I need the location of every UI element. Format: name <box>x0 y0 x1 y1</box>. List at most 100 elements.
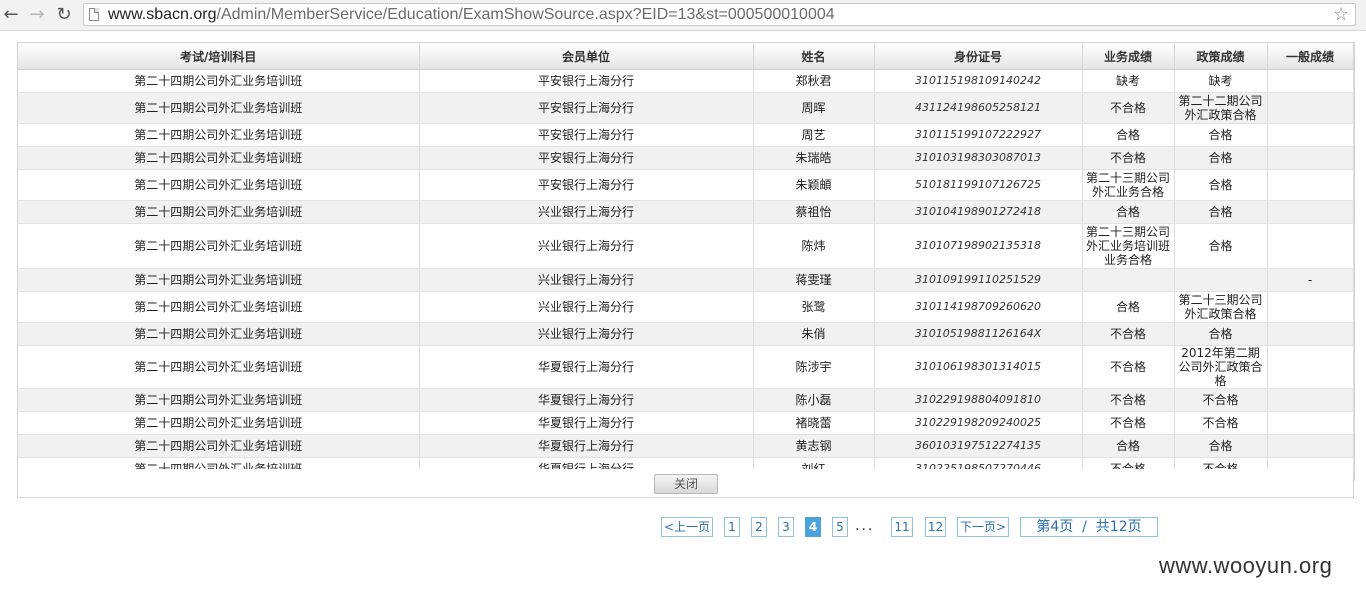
table-row: 第二十四期公司外汇业务培训班 兴业银行上海分行 张鹭 3101141987092606… <box>18 291 1354 323</box>
column-header-name[interactable]: 姓名 <box>753 43 875 70</box>
column-header-subject[interactable]: 考试/培训科目 <box>18 43 420 70</box>
table-row: 第二十四期公司外汇业务培训班 兴业银行上海分行 陈炜 3101071989021353… <box>18 223 1354 269</box>
cell-policy-score: 不合格 <box>1174 411 1268 435</box>
column-header-policy-score[interactable]: 政策成绩 <box>1174 43 1268 70</box>
url-path: /Admin/MemberService/Education/ExamShowS… <box>216 6 835 23</box>
cell-subject: 第二十四期公司外汇业务培训班 <box>18 200 420 224</box>
cell-subject: 第二十四期公司外汇业务培训班 <box>18 146 420 170</box>
close-button[interactable]: 关闭 <box>654 474 718 494</box>
page-link-11[interactable]: 11 <box>891 517 913 537</box>
cell-id-number: 360103197512274135 <box>874 434 1083 458</box>
page-link-2[interactable]: 2 <box>751 517 767 537</box>
cell-name: 蒋雯瑾 <box>753 268 875 292</box>
cell-general-score <box>1267 69 1354 93</box>
column-header-general-score[interactable]: 一般成绩 <box>1267 43 1354 70</box>
cell-policy-score: 合格 <box>1174 169 1268 201</box>
table-row: 第二十四期公司外汇业务培训班 兴业银行上海分行 朱俏 3101051988112616… <box>18 322 1354 346</box>
cell-general-score <box>1267 92 1354 124</box>
table-footer: 关闭 <box>17 469 1354 498</box>
cell-policy-score: 合格 <box>1174 146 1268 170</box>
cell-business-score: 不合格 <box>1082 388 1175 412</box>
cell-member-unit: 平安银行上海分行 <box>419 123 754 147</box>
cell-policy-score: 第二十三期公司外汇政策合格 <box>1174 291 1268 323</box>
table-row: 第二十四期公司外汇业务培训班 兴业银行上海分行 蒋雯瑾 310109199110251… <box>18 268 1354 292</box>
cell-general-score <box>1267 411 1354 435</box>
cell-general-score <box>1267 388 1354 412</box>
table-row: 第二十四期公司外汇业务培训班 兴业银行上海分行 蔡祖怡 310104198901272… <box>18 200 1354 224</box>
page-link-1[interactable]: 1 <box>724 517 740 537</box>
cell-id-number: 510181199107126725 <box>874 169 1083 201</box>
page-link-5[interactable]: 5 <box>832 517 848 537</box>
cell-general-score <box>1267 322 1354 346</box>
cell-id-number: 310229198804091810 <box>874 388 1083 412</box>
page-icon <box>89 8 99 21</box>
exam-results-table: 考试/培训科目 会员单位 姓名 身份证号 业务成绩 政策成绩 一般成绩 第二十四… <box>18 43 1354 481</box>
cell-policy-score: 合格 <box>1174 200 1268 224</box>
cell-general-score <box>1267 345 1354 389</box>
browser-toolbar: ← → ↻ www.sbacn.org/Admin/MemberService/… <box>0 0 1366 31</box>
forward-arrow-icon[interactable]: → <box>26 4 48 26</box>
cell-member-unit: 平安银行上海分行 <box>419 92 754 124</box>
cell-policy-score: 第二十二期公司外汇政策合格 <box>1174 92 1268 124</box>
cell-id-number: 310115198109140242 <box>874 69 1083 93</box>
cell-business-score: 不合格 <box>1082 92 1175 124</box>
cell-id-number: 310104198901272418 <box>874 200 1083 224</box>
cell-business-score: 合格 <box>1082 291 1175 323</box>
cell-id-number: 310115199107222927 <box>874 123 1083 147</box>
page-link-3[interactable]: 3 <box>778 517 794 537</box>
cell-subject: 第二十四期公司外汇业务培训班 <box>18 169 420 201</box>
table-row: 第二十四期公司外汇业务培训班 华夏银行上海分行 褚晓蕾 310229198209240… <box>18 411 1354 435</box>
cell-business-score: 不合格 <box>1082 146 1175 170</box>
cell-member-unit: 华夏银行上海分行 <box>419 345 754 389</box>
column-header-business-score[interactable]: 业务成绩 <box>1082 43 1175 70</box>
cell-member-unit: 兴业银行上海分行 <box>419 322 754 346</box>
cell-id-number: 310106198301314015 <box>874 345 1083 389</box>
cell-name: 黄志钢 <box>753 434 875 458</box>
cell-policy-score <box>1174 268 1268 292</box>
cell-business-score: 第二十三期公司外汇业务培训班业务合格 <box>1082 223 1175 269</box>
cell-name: 陈小磊 <box>753 388 875 412</box>
cell-name: 褚晓蕾 <box>753 411 875 435</box>
cell-subject: 第二十四期公司外汇业务培训班 <box>18 92 420 124</box>
cell-subject: 第二十四期公司外汇业务培训班 <box>18 123 420 147</box>
cell-business-score: 不合格 <box>1082 345 1175 389</box>
cell-member-unit: 平安银行上海分行 <box>419 69 754 93</box>
reload-icon[interactable]: ↻ <box>53 4 75 26</box>
table-header-row: 考试/培训科目 会员单位 姓名 身份证号 业务成绩 政策成绩 一般成绩 <box>18 43 1354 70</box>
table-row: 第二十四期公司外汇业务培训班 华夏银行上海分行 黄志钢 360103197512274… <box>18 434 1354 458</box>
cell-id-number: 310229198209240025 <box>874 411 1083 435</box>
table-row: 第二十四期公司外汇业务培训班 平安银行上海分行 周晖 4311241986052581… <box>18 92 1354 124</box>
cell-business-score: 不合格 <box>1082 322 1175 346</box>
cell-member-unit: 平安银行上海分行 <box>419 146 754 170</box>
cell-member-unit: 华夏银行上海分行 <box>419 411 754 435</box>
page-link-4-current[interactable]: 4 <box>805 517 821 537</box>
cell-member-unit: 兴业银行上海分行 <box>419 291 754 323</box>
url-text[interactable]: www.sbacn.org/Admin/MemberService/Educat… <box>108 5 835 25</box>
table-row: 第二十四期公司外汇业务培训班 平安银行上海分行 周艺 3101151991072229… <box>18 123 1354 147</box>
back-arrow-icon[interactable]: ← <box>0 4 22 26</box>
cell-name: 蔡祖怡 <box>753 200 875 224</box>
cell-name: 周晖 <box>753 92 875 124</box>
prev-page-button[interactable]: <上一页 <box>661 517 713 537</box>
cell-business-score: 合格 <box>1082 434 1175 458</box>
cell-general-score <box>1267 146 1354 170</box>
cell-member-unit: 华夏银行上海分行 <box>419 434 754 458</box>
cell-general-score <box>1267 123 1354 147</box>
cell-business-score: 缺考 <box>1082 69 1175 93</box>
cell-general-score <box>1267 291 1354 323</box>
next-page-button[interactable]: 下一页> <box>957 517 1009 537</box>
table-row: 第二十四期公司外汇业务培训班 平安银行上海分行 郑秋君 310115198109140… <box>18 69 1354 93</box>
cell-subject: 第二十四期公司外汇业务培训班 <box>18 223 420 269</box>
cell-policy-score: 合格 <box>1174 123 1268 147</box>
address-bar[interactable]: www.sbacn.org/Admin/MemberService/Educat… <box>83 3 1356 26</box>
cell-business-score: 第二十三期公司外汇业务合格 <box>1082 169 1175 201</box>
bookmark-star-icon[interactable]: ☆ <box>1333 4 1349 26</box>
column-header-id-number[interactable]: 身份证号 <box>874 43 1083 70</box>
cell-member-unit: 兴业银行上海分行 <box>419 223 754 269</box>
cell-general-score: - <box>1267 268 1354 292</box>
cell-subject: 第二十四期公司外汇业务培训班 <box>18 268 420 292</box>
page-link-12[interactable]: 12 <box>925 517 946 537</box>
cell-subject: 第二十四期公司外汇业务培训班 <box>18 411 420 435</box>
cell-business-score: 合格 <box>1082 200 1175 224</box>
column-header-member-unit[interactable]: 会员单位 <box>419 43 754 70</box>
